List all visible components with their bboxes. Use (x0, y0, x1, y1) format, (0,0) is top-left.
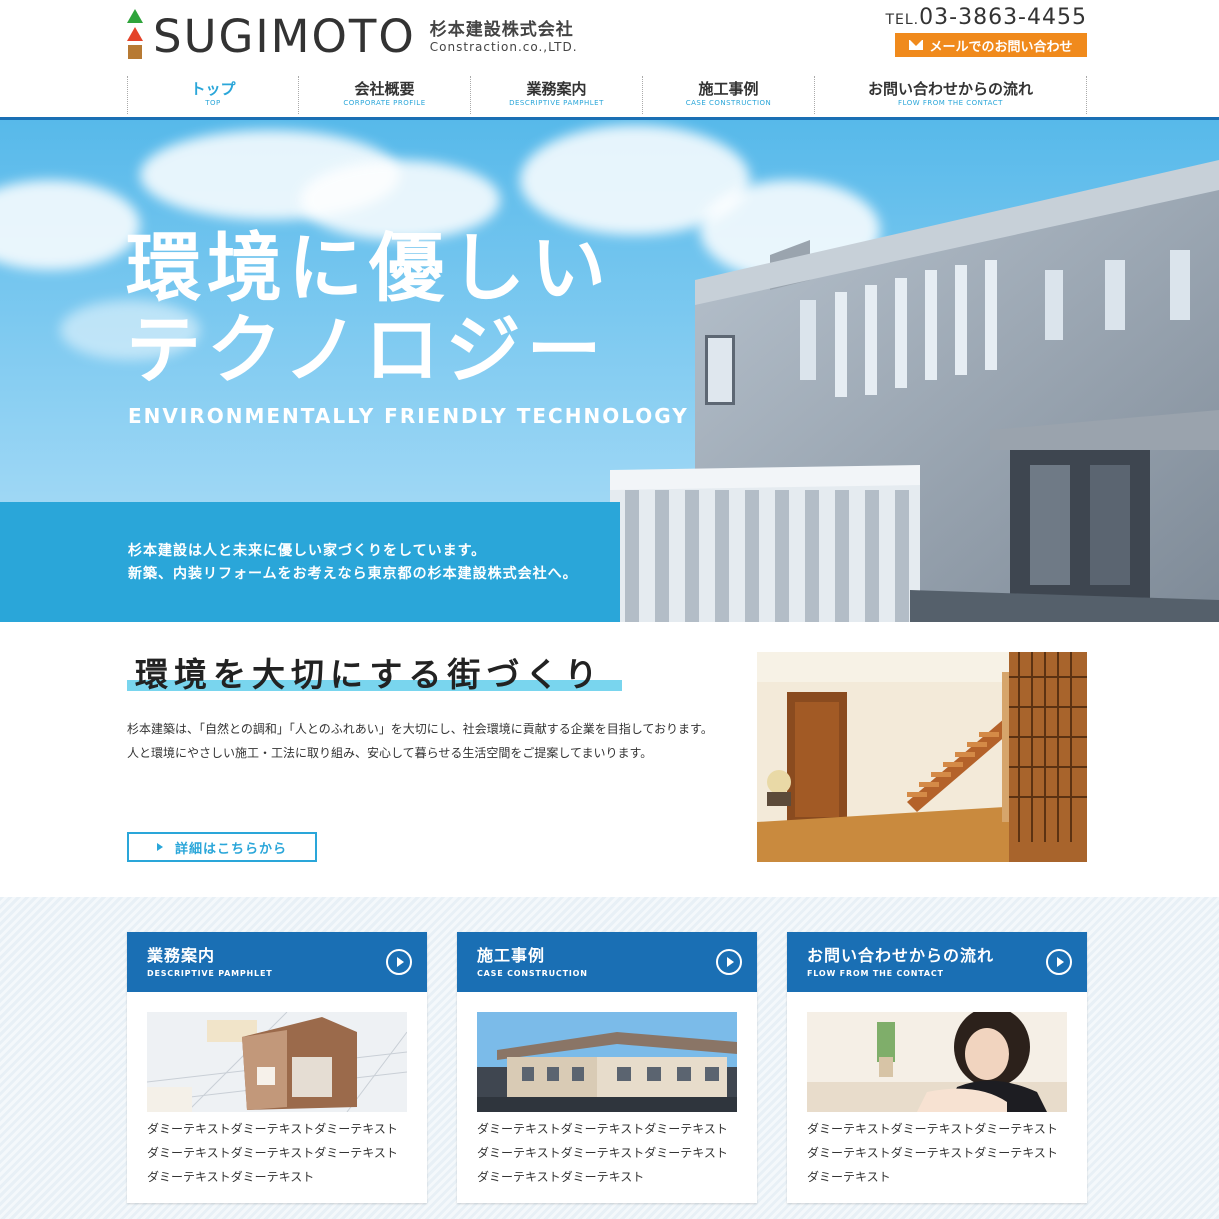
card-text: ダミーテキストダミーテキストダミーテキストダミーテキストダミーテキストダミーテキ… (807, 1122, 1058, 1184)
intro-text-line2: 人と環境にやさしい施工・工法に取り組み、安心して暮らせる生活空間をご提案してまい… (127, 746, 653, 760)
tel-number: 03-3863-4455 (919, 5, 1087, 30)
nav-sublabel: FLOW FROM THE CONTACT (898, 99, 1003, 107)
hero-copy-line1: 杉本建設は人と未来に優しい家づくりをしています。 (128, 543, 487, 559)
card-header-contact-flow[interactable]: お問い合わせからの流れ FLOW FROM THE CONTACT (787, 932, 1087, 992)
mail-contact-button[interactable]: メールでのお問い合わせ (895, 33, 1087, 57)
nav-label: 会社概要 (354, 80, 415, 98)
nav-label: トップ (190, 80, 236, 98)
company-name-en: Constraction.co.,LTD. (429, 40, 578, 55)
global-nav: トップ TOP 会社概要 CORPORATE PROFILE 業務案内 DESC… (127, 76, 1087, 114)
building-photo (610, 160, 1219, 622)
nav-sublabel: CASE CONSTRUCTION (685, 99, 772, 107)
card-text: ダミーテキストダミーテキストダミーテキストダミーテキストダミーテキストダミーテキ… (477, 1122, 728, 1184)
card-title: お問い合わせからの流れ (807, 946, 995, 965)
circle-arrow-icon (1046, 949, 1072, 975)
nav-item-top[interactable]: トップ TOP (128, 76, 299, 114)
card-subtitle: CASE CONSTRUCTION (477, 969, 588, 978)
house-model-photo (147, 1012, 407, 1112)
nav-item-contact-flow[interactable]: お問い合わせからの流れ FLOW FROM THE CONTACT (815, 76, 1087, 114)
card-subtitle: FLOW FROM THE CONTACT (807, 969, 944, 978)
logo-mark-icon (127, 9, 143, 61)
card-title: 施工事例 (477, 946, 546, 965)
nav-sublabel: TOP (205, 99, 221, 107)
intro-text: 杉本建築は、「自然との調和」「人とのふれあい」を大切にし、社会環境に貢献する企業… (127, 717, 713, 765)
nav-sublabel: CORPORATE PROFILE (343, 99, 426, 107)
card-title: 業務案内 (147, 946, 216, 965)
card-text: ダミーテキストダミーテキストダミーテキストダミーテキストダミーテキストダミーテキ… (147, 1122, 398, 1184)
hero-copy: 杉本建設は人と未来に優しい家づくりをしています。 新築、内装リフォームをお考えな… (128, 540, 578, 586)
logo-wordmark: SUGIMOTO (153, 9, 416, 63)
hero-headline-line2: テクノロジー (126, 306, 608, 394)
intro-title: 環境を大切にする街づくり (135, 655, 604, 694)
interior-photo (757, 652, 1087, 862)
triangle-right-icon (156, 843, 163, 851)
card-header-case[interactable]: 施工事例 CASE CONSTRUCTION (457, 932, 757, 992)
nav-item-pamphlet[interactable]: 業務案内 DESCRIPTIVE PAMPHLET (471, 76, 643, 114)
intro-text-line1: 杉本建築は、「自然との調和」「人とのふれあい」を大切にし、社会環境に貢献する企業… (127, 722, 713, 736)
hero-banner: 環境に優しい テクノロジー ENVIRONMENTALLY FRIENDLY T… (0, 120, 1219, 622)
card-header-pamphlet[interactable]: 業務案内 DESCRIPTIVE PAMPHLET (127, 932, 427, 992)
detail-button-label: 詳細はこちらから (174, 841, 287, 857)
hero-copy-line2: 新築、内装リフォームをお考えなら東京都の杉本建設株式会社へ。 (128, 566, 578, 582)
hero-headline-en: ENVIRONMENTALLY FRIENDLY TECHNOLOGY (128, 404, 689, 428)
site-logo[interactable]: SUGIMOTO 杉本建設株式会社 Constraction.co.,LTD. (127, 9, 578, 61)
card-contact-flow: お問い合わせからの流れ FLOW FROM THE CONTACT ダミーテキス… (787, 932, 1087, 1203)
woman-photo (807, 1012, 1067, 1112)
tel-prefix: TEL. (885, 12, 920, 28)
card-pamphlet: 業務案内 DESCRIPTIVE PAMPHLET ダミーテキストダミーテキスト… (127, 932, 427, 1203)
nav-item-corporate-profile[interactable]: 会社概要 CORPORATE PROFILE (299, 76, 471, 114)
logo-company-name: 杉本建設株式会社 Constraction.co.,LTD. (430, 20, 578, 54)
phone-number[interactable]: TEL.03-3863-4455 (885, 5, 1087, 30)
hero-headline: 環境に優しい テクノロジー (126, 227, 612, 391)
intro-heading: 環境を大切にする街づくり (127, 648, 622, 696)
nav-sublabel: DESCRIPTIVE PAMPHLET (509, 99, 604, 107)
nav-label: 施工事例 (698, 80, 759, 98)
cloud-shape (0, 180, 140, 270)
card-case: 施工事例 CASE CONSTRUCTION ダミーテキストダミーテキストダミー… (457, 932, 757, 1203)
nav-label: 業務案内 (526, 80, 587, 98)
hero-headline-line1: 環境に優しい (126, 224, 613, 312)
company-name-jp: 杉本建設株式会社 (429, 19, 574, 40)
site-header: SUGIMOTO 杉本建設株式会社 Constraction.co.,LTD. … (0, 0, 1219, 120)
circle-arrow-icon (386, 949, 412, 975)
envelope-icon (909, 40, 924, 50)
circle-arrow-icon (716, 949, 742, 975)
nav-item-case[interactable]: 施工事例 CASE CONSTRUCTION (643, 76, 815, 114)
card-subtitle: DESCRIPTIVE PAMPHLET (147, 969, 273, 978)
nav-label: お問い合わせからの流れ (867, 80, 1033, 98)
detail-button[interactable]: 詳細はこちらから (127, 832, 317, 862)
construction-case-photo (477, 1012, 737, 1112)
service-section: 業務案内 DESCRIPTIVE PAMPHLET ダミーテキストダミーテキスト… (0, 897, 1219, 1219)
mail-contact-label: メールでのお問い合わせ (929, 39, 1073, 55)
